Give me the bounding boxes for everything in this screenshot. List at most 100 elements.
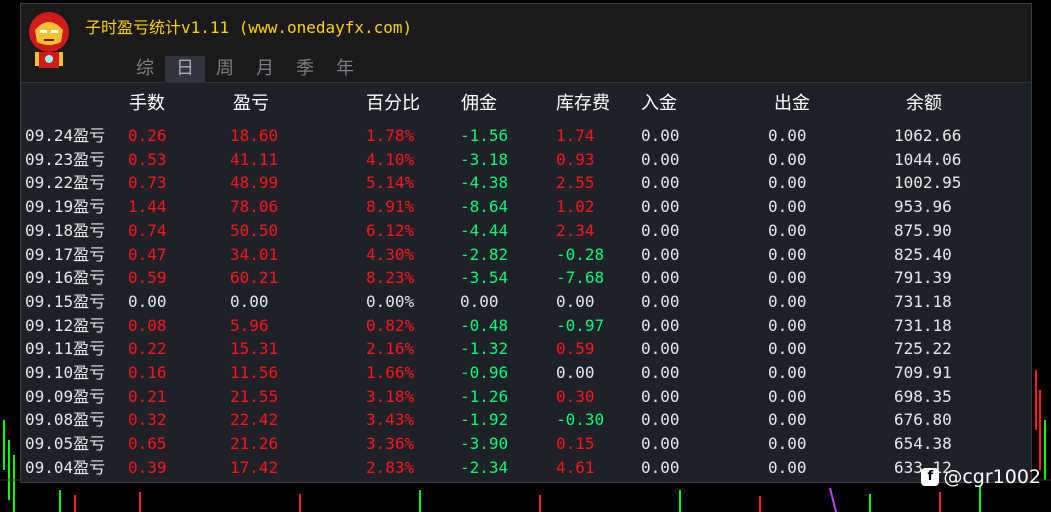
cell-deposit: 0.00 <box>641 220 680 240</box>
cell-deposit: 0.00 <box>641 244 680 264</box>
table-row: 09.09盈亏 0.21 21.55 3.18% -1.26 0.30 0.00 0.00 69… <box>21 385 1031 409</box>
cell-pl: 18.60 <box>230 126 279 145</box>
tab-overview[interactable]: 综 <box>125 56 165 82</box>
row-label: 09.10盈亏 <box>25 363 106 382</box>
cell-pct: 0.00% <box>366 291 415 311</box>
cell-lots: 0.47 <box>128 244 167 264</box>
cell-swap: 0.93 <box>556 149 595 169</box>
cell-balance: 1044.06 <box>894 149 962 169</box>
stats-panel: 子时盈亏统计v1.11 (www.onedayfx.com) 综 日 周 月 季… <box>20 3 1032 483</box>
cell-balance: 1062.66 <box>894 126 962 145</box>
cell-withdraw: 0.00 <box>768 268 807 288</box>
cell-swap: -0.28 <box>556 244 605 264</box>
cell-balance: 676.80 <box>894 410 952 430</box>
cell-withdraw: 0.00 <box>768 126 807 145</box>
tab-day[interactable]: 日 <box>165 56 205 82</box>
cell-withdraw: 0.00 <box>768 410 807 430</box>
cell-lots: 0.53 <box>128 149 167 169</box>
cell-withdraw: 0.00 <box>768 244 807 264</box>
cell-lots: 0.00 <box>128 291 167 311</box>
cell-pl: 41.11 <box>230 149 279 169</box>
tab-year[interactable]: 年 <box>325 56 365 82</box>
table-row: 09.19盈亏 1.44 78.06 8.91% -8.64 1.02 0.00 0.00 95… <box>21 195 1031 219</box>
table-row: 09.18盈亏 0.74 50.50 6.12% -4.44 2.34 0.00 0.00 87… <box>21 219 1031 243</box>
cell-pl: 50.50 <box>230 220 279 240</box>
table-row: 09.17盈亏 0.47 34.01 4.30% -2.82 -0.28 0.00 0.00 8… <box>21 243 1031 267</box>
cell-swap: 2.55 <box>556 173 595 193</box>
row-label: 09.19盈亏 <box>25 197 106 217</box>
cell-balance: 709.91 <box>894 363 952 382</box>
cell-swap: 0.15 <box>556 434 595 454</box>
tab-month[interactable]: 月 <box>245 56 285 82</box>
panel-header: 子时盈亏统计v1.11 (www.onedayfx.com) 综 日 周 月 季… <box>21 4 1031 83</box>
cell-pl: 21.55 <box>230 386 279 406</box>
cell-swap: 4.61 <box>556 457 595 477</box>
cell-deposit: 0.00 <box>641 339 680 359</box>
app-title: 子时盈亏统计v1.11 (www.onedayfx.com) <box>85 18 413 37</box>
cell-deposit: 0.00 <box>641 173 680 193</box>
cell-pl: 34.01 <box>230 244 279 264</box>
platform-logo-icon: f <box>921 468 940 486</box>
cell-deposit: 0.00 <box>641 197 680 217</box>
row-label: 09.18盈亏 <box>25 220 106 240</box>
cell-lots: 0.26 <box>128 126 167 145</box>
cell-commission: -3.18 <box>460 149 509 169</box>
cell-pl: 48.99 <box>230 173 279 193</box>
cell-deposit: 0.00 <box>641 149 680 169</box>
cell-lots: 0.32 <box>128 410 167 430</box>
cell-lots: 0.74 <box>128 220 167 240</box>
column-header-lots: 手数 <box>129 93 165 114</box>
cell-withdraw: 0.00 <box>768 339 807 359</box>
cell-lots: 1.44 <box>128 197 167 217</box>
cell-withdraw: 0.00 <box>768 363 807 382</box>
watermark: f @cgr1002 <box>921 466 1041 488</box>
cell-pct: 3.36% <box>366 434 415 454</box>
cell-deposit: 0.00 <box>641 363 680 382</box>
cell-commission: -1.92 <box>460 410 509 430</box>
cell-swap: 0.59 <box>556 339 595 359</box>
cell-commission: -1.56 <box>460 126 509 145</box>
cell-deposit: 0.00 <box>641 434 680 454</box>
row-label: 09.24盈亏 <box>25 126 106 145</box>
cell-pl: 17.42 <box>230 457 279 477</box>
tab-week[interactable]: 周 <box>205 56 245 82</box>
table-row: 09.10盈亏 0.16 11.56 1.66% -0.96 0.00 0.00 0.00 70… <box>21 361 1031 385</box>
table-row: 09.12盈亏 0.08 5.96 0.82% -0.48 -0.97 0.00 0.00 73… <box>21 314 1031 338</box>
cell-commission: 0.00 <box>460 291 499 311</box>
cell-commission: -3.90 <box>460 434 509 454</box>
cell-balance: 953.96 <box>894 197 952 217</box>
cell-swap: -0.30 <box>556 410 605 430</box>
cell-pl: 21.26 <box>230 434 279 454</box>
cell-pl: 22.42 <box>230 410 279 430</box>
cell-pct: 2.83% <box>366 457 415 477</box>
table-row: 09.08盈亏 0.32 22.42 3.43% -1.92 -0.30 0.00 0.00 6… <box>21 408 1031 432</box>
ironman-avatar-icon <box>29 12 69 68</box>
table-row: 09.11盈亏 0.22 15.31 2.16% -1.32 0.59 0.00 0.00 72… <box>21 337 1031 361</box>
cell-lots: 0.21 <box>128 386 167 406</box>
cell-lots: 0.16 <box>128 363 167 382</box>
table-row: 09.04盈亏0.3917.422.83%-2.344.610.000.0063… <box>21 456 1031 480</box>
table-row: 09.23盈亏 0.53 41.11 4.10% -3.18 0.93 0.00 0.00 10… <box>21 148 1031 172</box>
cell-lots: 0.22 <box>128 339 167 359</box>
cell-withdraw: 0.00 <box>768 291 807 311</box>
cell-deposit: 0.00 <box>641 410 680 430</box>
tab-quarter[interactable]: 季 <box>285 56 325 82</box>
cell-lots: 0.65 <box>128 434 167 454</box>
cell-commission: -2.82 <box>460 244 509 264</box>
row-label: 09.05盈亏 <box>25 434 106 454</box>
cell-pct: 6.12% <box>366 220 415 240</box>
cell-balance: 654.38 <box>894 434 952 454</box>
cell-withdraw: 0.00 <box>768 315 807 335</box>
cell-pct: 3.43% <box>366 410 415 430</box>
table-row: 09.22盈亏 0.73 48.99 5.14% -4.38 2.55 0.00 0.00 10… <box>21 171 1031 195</box>
table-row: 09.15盈亏 0.00 0.00 0.00% 0.00 0.00 0.00 0.00 731.… <box>21 290 1031 314</box>
watermark-text: @cgr1002 <box>943 466 1041 488</box>
cell-deposit: 0.00 <box>641 386 680 406</box>
cell-pl: 78.06 <box>230 197 279 217</box>
column-header-commission: 佣金 <box>461 93 497 114</box>
cell-withdraw: 0.00 <box>768 220 807 240</box>
chart-window: 子时盈亏统计v1.11 (www.onedayfx.com) 综 日 周 月 季… <box>0 0 1051 512</box>
table-row: 09.24盈亏 0.26 18.60 1.78% -1.56 1.74 0.00 0.00 10… <box>21 124 1031 148</box>
column-header-balance: 余额 <box>906 93 942 114</box>
row-label: 09.11盈亏 <box>25 339 106 359</box>
